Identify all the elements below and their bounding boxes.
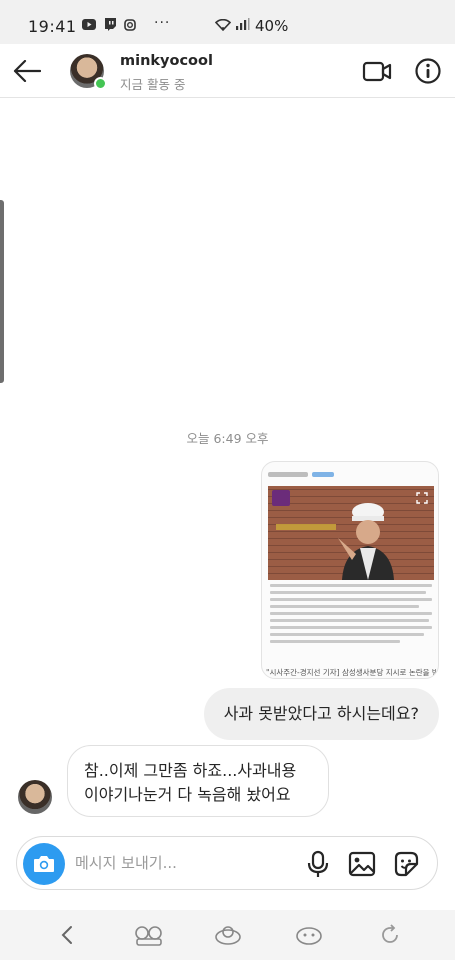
info-button[interactable] [414, 57, 442, 85]
incoming-message-line-1: 참..이제 그만좀 하죠...사과내용 [84, 761, 297, 780]
gallery-button[interactable] [348, 850, 376, 878]
article-text-lines [270, 584, 432, 647]
voice-message-button[interactable] [305, 850, 331, 878]
image-icon [348, 851, 376, 877]
outgoing-message-bubble[interactable]: 사과 못받았다고 하시는데요? [203, 688, 439, 740]
nav-home-button[interactable] [213, 920, 243, 950]
nav-rotate-button[interactable] [375, 920, 405, 950]
arrow-left-icon [13, 60, 41, 82]
rotate-icon [382, 924, 398, 943]
status-bar: 19:41 ··· 40% [0, 0, 455, 44]
incoming-message-bubble[interactable]: 참..이제 그만좀 하죠...사과내용 이야기나눈거 다 녹음해 놨어요 [67, 745, 329, 817]
microphone-icon [307, 850, 329, 877]
back-button[interactable] [10, 54, 44, 88]
news-photo [268, 486, 434, 580]
message-composer [16, 836, 438, 890]
camera-button[interactable] [23, 843, 65, 885]
more-notifications-icon: ··· [154, 14, 171, 31]
battery-level: 40% [255, 17, 289, 35]
broadcast-logo [272, 490, 290, 506]
nav-back-button[interactable] [52, 920, 82, 950]
screenshot-header [268, 468, 434, 482]
home-icon [215, 926, 241, 945]
person-figure [338, 503, 394, 580]
camera-icon [34, 856, 54, 872]
status-time: 19:41 [28, 17, 77, 36]
activity-status: 지금 활동 중 [120, 77, 186, 92]
incoming-message-line-2: 이야기나눈거 다 녹음해 놨어요 [84, 785, 291, 804]
profile-avatar[interactable] [70, 54, 107, 90]
assistant-icon [296, 927, 322, 945]
message-input[interactable] [75, 845, 295, 881]
photo-caption-bar [276, 524, 336, 530]
chat-username[interactable]: minkyocool [120, 53, 213, 69]
instagram-icon [124, 18, 136, 31]
wifi-icon [215, 19, 231, 31]
video-call-button[interactable] [362, 57, 392, 85]
twitch-icon [105, 18, 116, 31]
nav-recent-apps-button[interactable] [134, 920, 164, 950]
signal-icon [236, 18, 250, 30]
chevron-left-icon [61, 926, 72, 944]
edge-panel-handle[interactable] [0, 200, 4, 383]
sender-avatar[interactable] [18, 780, 52, 814]
info-icon [415, 58, 441, 84]
online-status-dot [94, 77, 107, 90]
notification-icons: ··· [82, 14, 171, 31]
system-navigation-bar [0, 910, 455, 960]
sticker-button[interactable] [392, 850, 420, 878]
message-timestamp: 오늘 6:49 오후 [186, 431, 269, 446]
nav-assistant-button[interactable] [294, 920, 324, 950]
sticker-icon [394, 851, 419, 877]
recent-apps-icon [135, 926, 162, 946]
youtube-icon [82, 19, 96, 30]
video-camera-icon [362, 61, 392, 82]
shared-image-caption: "시사주간-경지선 기자] 삼성생사분당 지시로 논란을 받" [266, 668, 436, 677]
shared-image-message[interactable]: "시사주간-경지선 기자] 삼성생사분당 지시로 논란을 받" [261, 461, 439, 679]
expand-icon [416, 492, 428, 504]
chat-header: minkyocool 지금 활동 중 [0, 44, 455, 98]
